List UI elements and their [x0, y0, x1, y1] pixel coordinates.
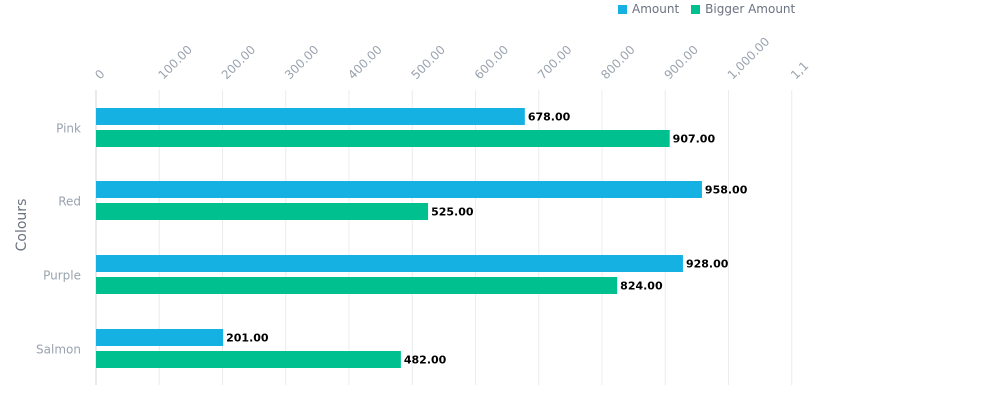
y-tick-label: Pink: [56, 122, 81, 136]
x-tick-label: 300.00: [282, 43, 322, 83]
bar: [96, 277, 618, 294]
data-label: 958.00: [705, 184, 748, 197]
bar: [96, 329, 224, 346]
x-tick-label: 100.00: [155, 43, 195, 83]
bar: [96, 108, 525, 125]
x-tick-labels: 0 100.00 200.00 300.00 400.00 500.00 600.00 700…: [92, 34, 811, 82]
data-label: 482.00: [404, 354, 447, 367]
data-label: 907.00: [673, 133, 716, 146]
data-label: 824.00: [620, 280, 663, 293]
x-tick-label: 0: [92, 67, 107, 82]
x-tick-label: 1,1: [788, 59, 811, 82]
chart: Amount Bigger Amount Colours 678.00 907.0…: [0, 0, 1008, 400]
data-label: 201.00: [226, 332, 269, 345]
bars: [96, 108, 702, 368]
y-tick-labels: Pink Red Purple Salmon: [36, 122, 81, 357]
y-tick-label: Purple: [43, 269, 81, 283]
bar: [96, 203, 429, 220]
y-tick-label: Salmon: [36, 343, 81, 357]
x-tick-label: 900.00: [661, 43, 701, 83]
bar: [96, 255, 683, 272]
data-label: 525.00: [431, 206, 474, 219]
x-tick-label: 500.00: [408, 43, 448, 83]
x-tick-label: 200.00: [219, 43, 259, 83]
data-label: 678.00: [528, 111, 571, 124]
x-tick-label: 1,000.00: [725, 34, 773, 82]
x-tick-label: 600.00: [472, 43, 512, 83]
x-tick-label: 400.00: [345, 43, 385, 83]
data-label: 928.00: [686, 258, 729, 271]
y-tick-label: Red: [58, 195, 81, 209]
x-tick-label: 700.00: [535, 43, 575, 83]
plot-area: 678.00 907.00 958.00 525.00 928.00 824.00 201.…: [36, 34, 811, 385]
bar: [96, 130, 670, 147]
bar: [96, 351, 401, 368]
bar: [96, 181, 702, 198]
data-labels: 678.00 907.00 958.00 525.00 928.00 824.00 201.…: [226, 111, 748, 367]
x-tick-label: 800.00: [598, 43, 638, 83]
